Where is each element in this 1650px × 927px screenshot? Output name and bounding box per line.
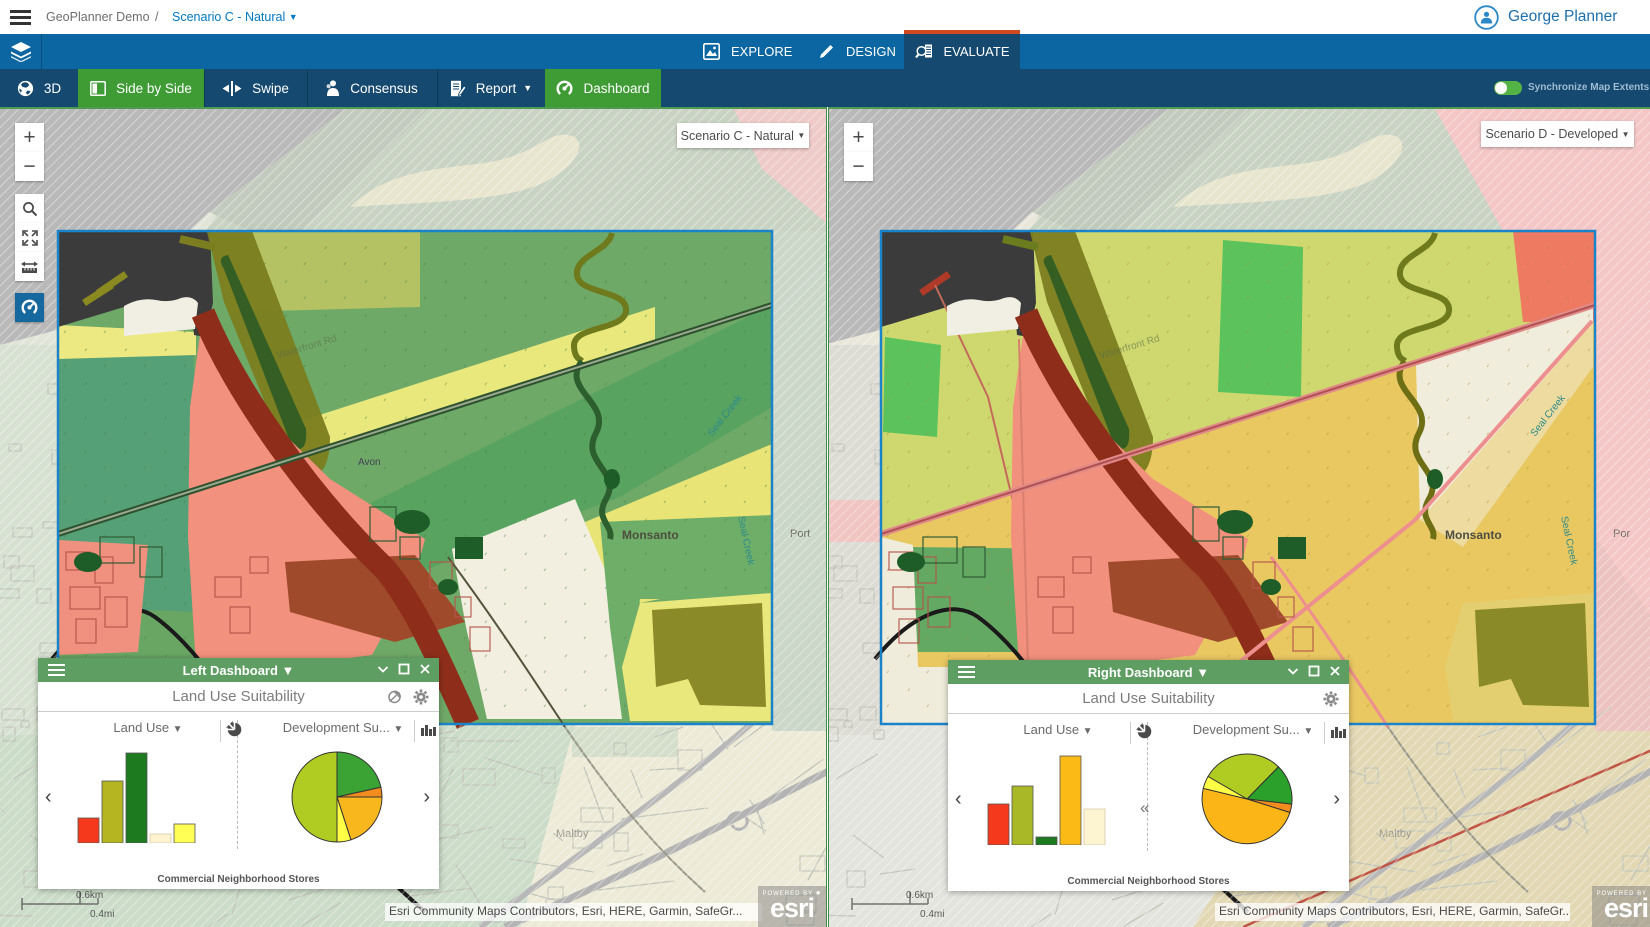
svg-text:0.6km: 0.6km [906,890,933,901]
svg-text:0.6km: 0.6km [76,890,103,901]
svg-text:0.4mi: 0.4mi [920,909,944,920]
svg-text:Avon: Avon [358,457,381,468]
svg-text:Monsanto: Monsanto [622,528,679,542]
svg-text:0.4mi: 0.4mi [90,909,114,920]
svg-text:Monsanto: Monsanto [1445,528,1502,542]
